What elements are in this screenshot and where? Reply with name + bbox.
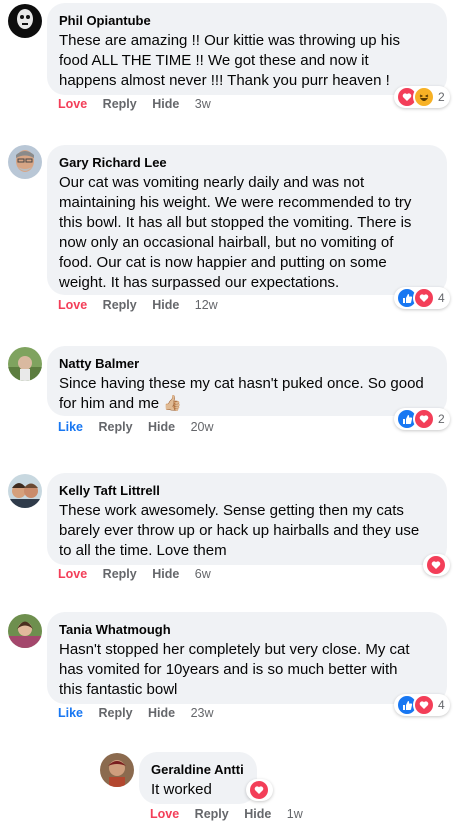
like-button[interactable]: Like [58,420,83,434]
comment-text: It worked [151,780,245,800]
reaction-summary[interactable]: 4 [394,694,450,716]
comment-line: Since having these my cat hasn't puked o… [59,375,424,392]
comment-bubble: Gary Richard Lee Our cat was vomiting ne… [47,145,447,295]
reply-button[interactable]: Reply [103,567,137,581]
hide-button[interactable]: Hide [148,706,175,720]
haha-icon [413,86,435,108]
reaction-summary[interactable]: 2 [394,86,450,108]
comment-line: this fantastic bowl [59,681,178,698]
avatar[interactable] [8,145,42,179]
hide-button[interactable]: Hide [148,420,175,434]
avatar[interactable] [100,753,134,787]
comment-line: food ALL THE TIME !! We got these and no… [59,52,369,69]
comment-text: These work awesomely. Sense getting then… [59,501,435,561]
comment-text: Our cat was vomiting nearly daily and wa… [59,173,435,293]
author-name[interactable]: Kelly Taft Littrell [59,482,435,499]
love-icon [413,694,435,716]
love-icon [413,287,435,309]
love-button[interactable]: Love [150,807,179,821]
love-button[interactable]: Love [58,567,87,581]
reaction-summary[interactable] [246,779,273,801]
comment-actions: Love Reply Hide 1w [150,807,315,821]
comment-actions: Like Reply Hide 20w [58,420,226,434]
comment-line: has vomited for 10years and is so much b… [59,661,398,678]
comment-bubble: Kelly Taft Littrell These work awesomely… [47,473,447,565]
avatar[interactable] [8,347,42,381]
timestamp[interactable]: 12w [195,298,218,312]
comment-line: barely ever throw up or hack up hairball… [59,522,420,539]
comment-line: These are amazing !! Our kittie was thro… [59,32,400,49]
comment-line: this bowl. It has all but stopped the vo… [59,214,412,231]
love-button[interactable]: Love [58,298,87,312]
comment-bubble: Phil Opiantube These are amazing !! Our … [47,3,447,95]
reply-button[interactable]: Reply [103,97,137,111]
comment-line: for him and me 👍🏼 [59,395,182,412]
author-name[interactable]: Geraldine Antti [151,761,245,778]
reaction-summary[interactable]: 2 [394,408,450,430]
comment-line: now only an occasional hairball, but no … [59,234,394,251]
reply-button[interactable]: Reply [99,420,133,434]
hide-button[interactable]: Hide [152,97,179,111]
timestamp[interactable]: 3w [195,97,211,111]
reply-button[interactable]: Reply [103,298,137,312]
comment-text: These are amazing !! Our kittie was thro… [59,31,435,91]
author-name[interactable]: Phil Opiantube [59,12,435,29]
comment-actions: Like Reply Hide 23w [58,706,226,720]
avatar[interactable] [8,474,42,508]
love-icon [413,408,435,430]
comment-line: food. Our cat is now happier and putting… [59,254,387,271]
timestamp[interactable]: 20w [191,420,214,434]
comment-line: happens almost never !!! Thank you purr … [59,72,390,89]
comment-actions: Love Reply Hide 12w [58,298,230,312]
comment-text: Since having these my cat hasn't puked o… [59,374,435,414]
comment-actions: Love Reply Hide 3w [58,97,223,111]
timestamp[interactable]: 23w [191,706,214,720]
avatar[interactable] [8,4,42,38]
like-button[interactable]: Like [58,706,83,720]
comment-line: to all the time. Love them [59,542,227,559]
timestamp[interactable]: 6w [195,567,211,581]
reaction-summary[interactable] [423,554,450,576]
comment-bubble: Tania Whatmough Hasn't stopped her compl… [47,612,447,704]
love-button[interactable]: Love [58,97,87,111]
comment-line: weight. It has surpassed our expectation… [59,274,340,291]
love-icon [425,554,447,576]
comment-line: These work awesomely. Sense getting then… [59,502,404,519]
reaction-summary[interactable]: 4 [394,287,450,309]
reaction-count: 4 [438,291,445,305]
avatar[interactable] [8,614,42,648]
comment-line: maintaining his weight. We were recommen… [59,194,412,211]
author-name[interactable]: Tania Whatmough [59,621,435,638]
reaction-count: 2 [438,90,445,104]
hide-button[interactable]: Hide [152,298,179,312]
reaction-count: 2 [438,412,445,426]
reaction-count: 4 [438,698,445,712]
author-name[interactable]: Gary Richard Lee [59,154,435,171]
comment-bubble: Natty Balmer Since having these my cat h… [47,346,447,416]
comment-line: It worked [151,781,212,798]
timestamp[interactable]: 1w [287,807,303,821]
reply-button[interactable]: Reply [99,706,133,720]
reply-button[interactable]: Reply [195,807,229,821]
comment-actions: Love Reply Hide 6w [58,567,223,581]
comment-bubble: Geraldine Antti It worked [139,752,257,804]
comment-line: Hasn't stopped her completely but very c… [59,641,410,658]
comment-text: Hasn't stopped her completely but very c… [59,640,435,700]
comment-line: Our cat was vomiting nearly daily and wa… [59,174,365,191]
love-icon [248,779,270,801]
hide-button[interactable]: Hide [152,567,179,581]
author-name[interactable]: Natty Balmer [59,355,435,372]
hide-button[interactable]: Hide [244,807,271,821]
